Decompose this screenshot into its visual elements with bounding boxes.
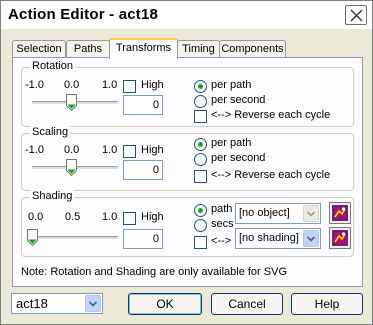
shading-reverse-checkbox[interactable] xyxy=(194,236,207,249)
scaling-max-label: 1.0 xyxy=(102,144,118,156)
scaling-min-label: -1.0 xyxy=(25,144,44,156)
action-editor-dialog: Action Editor - act18 Selection Paths Tr… xyxy=(0,0,373,325)
chevron-down-icon xyxy=(303,230,319,247)
scaling-value-input[interactable]: 0 xyxy=(123,160,163,180)
rotation-min-label: -1.0 xyxy=(25,79,44,91)
rotation-per-path-label: per path xyxy=(211,79,252,91)
shading-object-select[interactable]: [no object] xyxy=(235,203,321,224)
cancel-button[interactable]: Cancel xyxy=(211,293,283,315)
scaling-per-path-radio[interactable] xyxy=(194,138,207,151)
close-icon xyxy=(350,9,363,22)
shading-type-select-value: [no shading] xyxy=(239,232,299,244)
shading-min-label: 0.0 xyxy=(28,211,44,223)
scaling-reverse-checkbox[interactable] xyxy=(194,170,207,183)
rotation-group: Rotation -1.0 0.0 1.0 High 0 per path pe… xyxy=(21,60,354,127)
rotation-reverse-label: <--> Reverse each cycle xyxy=(211,109,331,121)
tab-timing[interactable]: Timing xyxy=(177,40,220,58)
rotation-mid-label: 0.0 xyxy=(64,79,80,91)
rotation-reverse-checkbox[interactable] xyxy=(194,110,207,123)
rotation-high-label: High xyxy=(141,79,164,91)
scaling-per-path-label: per path xyxy=(211,137,252,149)
action-select[interactable]: act18 xyxy=(11,293,103,314)
rotation-legend: Rotation xyxy=(30,60,75,72)
window-title: Action Editor - act18 xyxy=(8,6,159,23)
scaling-high-label: High xyxy=(141,144,164,156)
action-select-value: act18 xyxy=(16,296,48,311)
transforms-panel: Rotation -1.0 0.0 1.0 High 0 per path pe… xyxy=(12,57,363,287)
shading-object-select-value: [no object] xyxy=(239,207,290,219)
shading-max-label: 1.0 xyxy=(102,211,118,223)
scaling-legend: Scaling xyxy=(30,126,71,138)
rotation-max-label: 1.0 xyxy=(102,79,118,91)
rotation-per-path-radio[interactable] xyxy=(194,80,207,93)
rotation-slider-thumb[interactable] xyxy=(66,94,77,111)
rotation-value-input[interactable]: 0 xyxy=(123,95,163,115)
scaling-high-checkbox[interactable] xyxy=(123,145,136,158)
shading-slider-track xyxy=(32,236,118,240)
svg-availability-note: Note: Rotation and Shading are only avai… xyxy=(21,266,287,278)
close-button[interactable] xyxy=(345,5,367,25)
shading-group: Shading 0.0 0.5 1.0 High 0 path secs <--… xyxy=(21,190,354,257)
shading-path-label: path xyxy=(211,203,233,215)
shading-picker-button[interactable] xyxy=(329,227,351,249)
shading-secs-label: secs xyxy=(211,218,234,230)
rotation-per-second-label: per second xyxy=(211,94,266,106)
tab-selection[interactable]: Selection xyxy=(12,40,66,58)
ok-button[interactable]: OK xyxy=(128,293,202,315)
shading-slider-thumb[interactable] xyxy=(27,229,38,246)
color-palette-icon xyxy=(332,205,348,221)
scaling-reverse-label: <--> Reverse each cycle xyxy=(211,169,331,181)
rotation-per-second-radio[interactable] xyxy=(194,95,207,108)
shading-path-radio[interactable] xyxy=(194,204,207,217)
scaling-per-second-radio[interactable] xyxy=(194,153,207,166)
chevron-down-icon xyxy=(303,205,319,222)
title-bar: Action Editor - act18 xyxy=(1,1,372,29)
object-picker-button[interactable] xyxy=(329,202,351,224)
shading-value-input[interactable]: 0 xyxy=(123,229,163,249)
chevron-down-icon xyxy=(85,295,101,312)
shading-high-label: High xyxy=(141,211,164,223)
shading-high-checkbox[interactable] xyxy=(123,212,136,225)
color-palette-icon xyxy=(332,230,348,246)
shading-mid-label: 0.5 xyxy=(65,211,81,223)
scaling-slider-thumb[interactable] xyxy=(66,159,77,176)
shading-type-select[interactable]: [no shading] xyxy=(235,228,321,249)
scaling-mid-label: 0.0 xyxy=(64,144,80,156)
rotation-high-checkbox[interactable] xyxy=(123,80,136,93)
tab-paths[interactable]: Paths xyxy=(66,40,110,58)
scaling-per-second-label: per second xyxy=(211,152,266,164)
scaling-group: Scaling -1.0 0.0 1.0 High 0 per path per… xyxy=(21,126,354,191)
help-button[interactable]: Help xyxy=(291,293,363,315)
shading-secs-radio[interactable] xyxy=(194,219,207,232)
tab-transforms[interactable]: Transforms xyxy=(109,38,178,59)
shading-legend: Shading xyxy=(30,190,75,202)
tab-components[interactable]: Components xyxy=(219,40,286,58)
shading-reverse-label: <--> xyxy=(211,235,232,247)
